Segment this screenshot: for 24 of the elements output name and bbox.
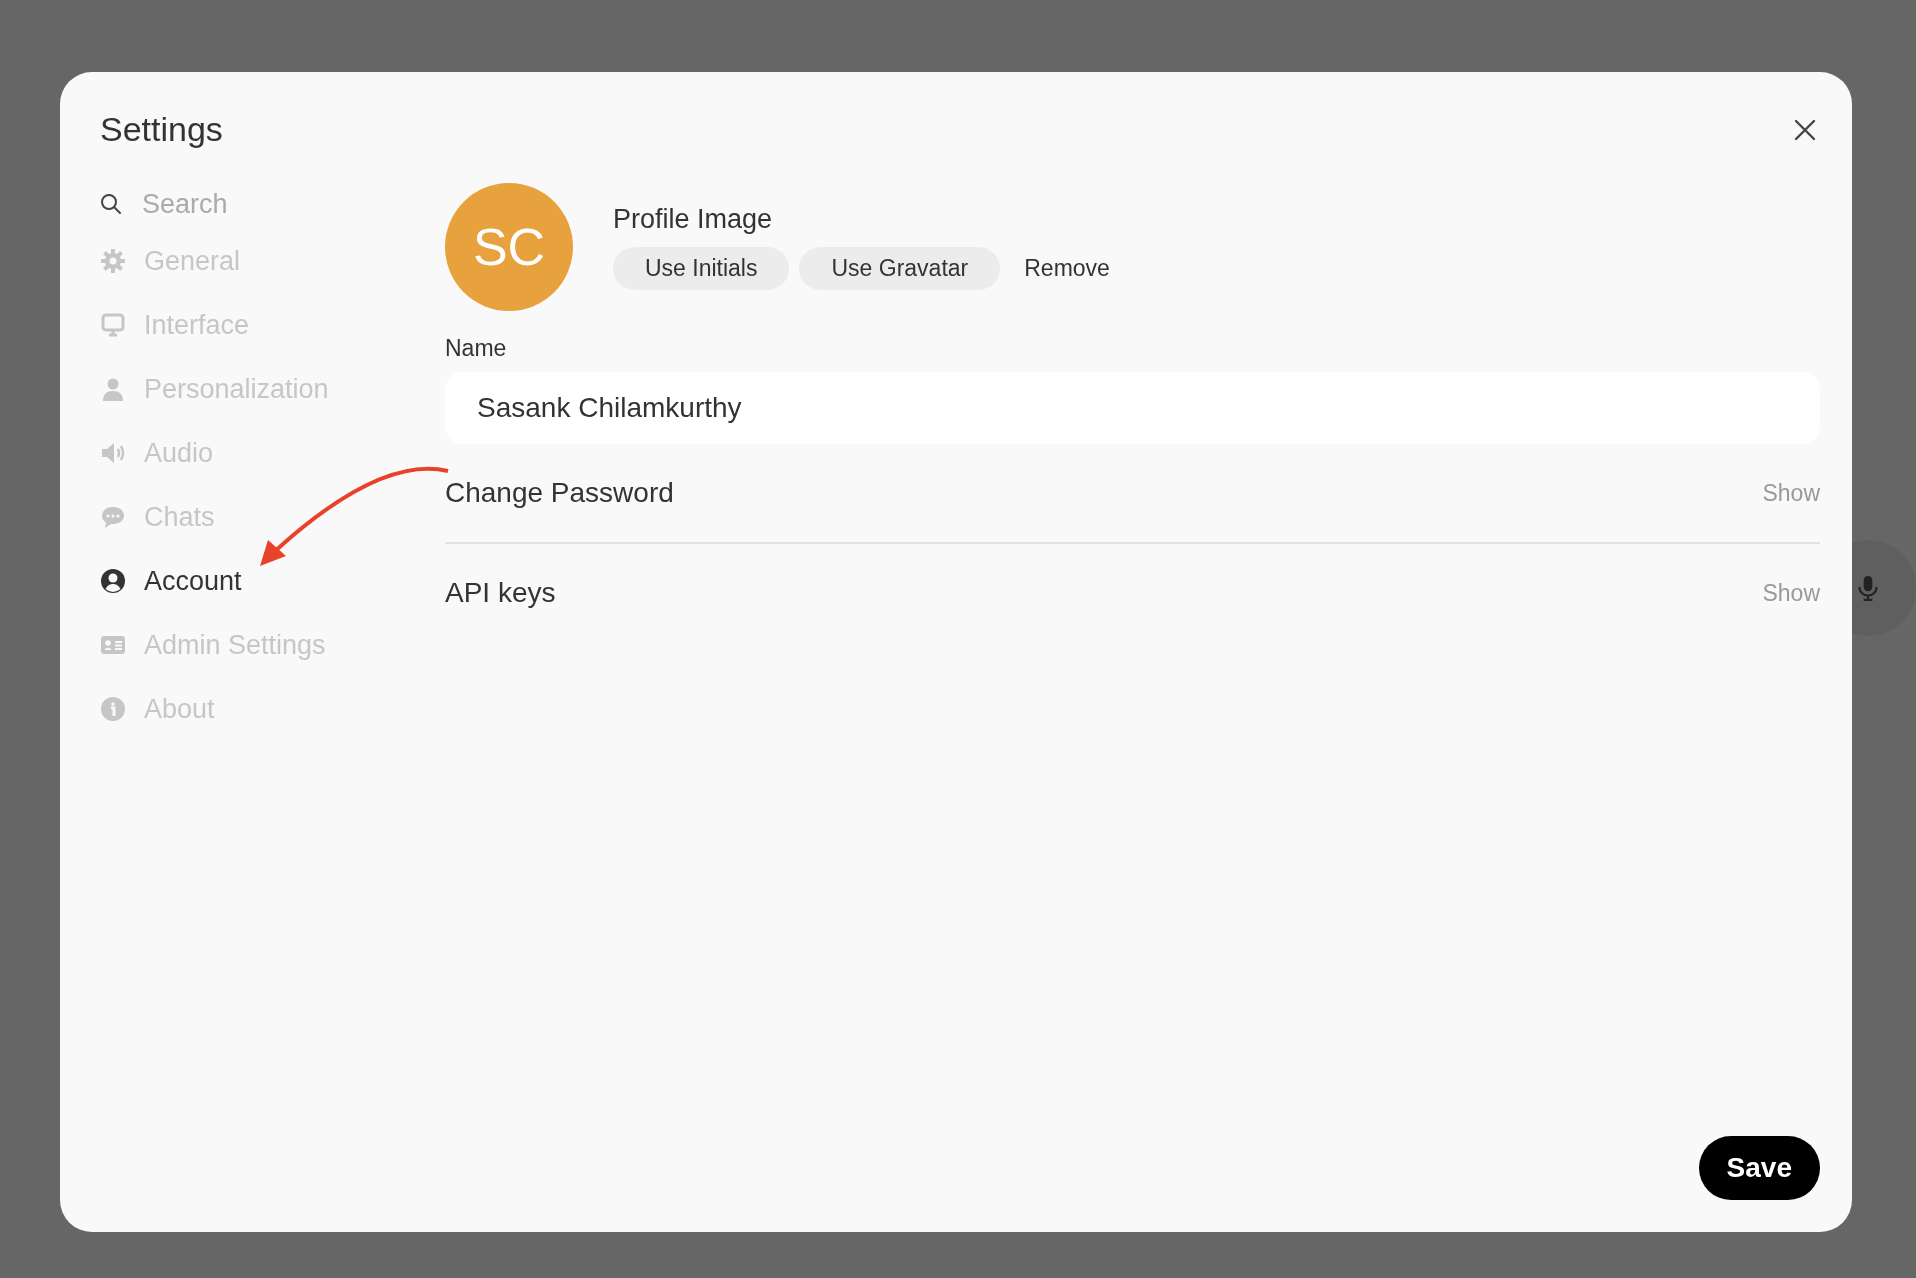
section-title: API keys xyxy=(445,577,556,609)
speaker-icon xyxy=(100,440,126,466)
profile-option-button[interactable]: Use Initials xyxy=(613,247,790,290)
account-icon xyxy=(100,568,126,594)
sidebar-item[interactable]: Account xyxy=(100,549,445,613)
person-icon xyxy=(100,376,126,402)
profile-option-button[interactable]: Use Gravatar xyxy=(799,247,1001,290)
search-icon xyxy=(100,193,122,215)
search-field[interactable]: Search xyxy=(140,187,344,221)
dialog-title: Settings xyxy=(100,110,223,149)
name-input[interactable]: Sasank Chilamkurthy xyxy=(445,372,1820,444)
info-icon xyxy=(100,696,126,722)
show-toggle[interactable]: Show xyxy=(1762,579,1820,607)
profile-image-label: Profile Image xyxy=(613,204,774,235)
save-button[interactable]: Save xyxy=(1698,1136,1820,1200)
avatar: SC xyxy=(445,183,573,311)
chat-icon xyxy=(100,504,126,530)
show-toggle[interactable]: Show xyxy=(1762,479,1820,507)
gear-icon xyxy=(100,248,126,274)
name-label: Name xyxy=(445,335,508,362)
section-title: Change Password xyxy=(445,477,674,509)
close-icon xyxy=(1794,118,1816,141)
monitor-icon xyxy=(100,312,126,338)
remove-button[interactable]: Remove xyxy=(1010,247,1142,290)
